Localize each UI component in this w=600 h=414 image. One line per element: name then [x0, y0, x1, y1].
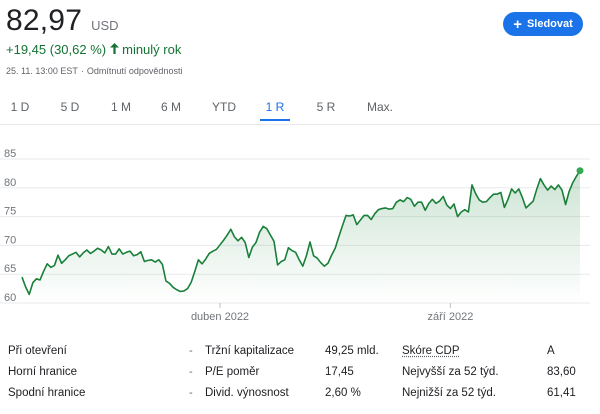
follow-button-label: Sledovat — [526, 18, 573, 30]
y-tick-label: 85 — [4, 148, 16, 160]
stat-52w-high-label: Nejvyšší za 52 týd. — [402, 366, 499, 378]
y-axis-ticks: 85 80 75 70 65 60 — [4, 148, 16, 304]
tab-6m[interactable]: 6 M — [155, 97, 187, 119]
stat-dividend-value: 2,60 % — [325, 387, 361, 399]
tab-ytd[interactable]: YTD — [206, 97, 242, 119]
separator-dot: · — [80, 66, 84, 76]
stat-52w-high-value: 83,60 — [547, 366, 576, 378]
stat-high-value: - — [189, 366, 193, 378]
currency-label: USD — [91, 18, 119, 33]
quote-meta: 25. 11. 13:00 EST · Odmítnutí odpovědnosti — [6, 66, 182, 76]
last-price-dot — [576, 167, 584, 175]
tab-max[interactable]: Max. — [361, 97, 399, 119]
stat-pe-value: 17,45 — [325, 366, 354, 378]
tab-1y[interactable]: 1 R — [260, 97, 290, 121]
tab-5d[interactable]: 5 D — [55, 97, 85, 119]
stat-market-cap-label: Tržní kapitalizace — [205, 345, 295, 357]
stat-open-value: - — [189, 345, 193, 357]
stat-52w-low-label: Nejnižší za 52 týd. — [402, 387, 496, 399]
change-period: minulý rok — [122, 42, 182, 57]
tab-1d[interactable]: 1 D — [6, 97, 34, 119]
tab-5y[interactable]: 5 R — [311, 97, 341, 119]
stat-low-label: Spodní hranice — [8, 387, 86, 399]
stat-open-label: Při otevření — [8, 345, 67, 357]
stat-pe-label: P/E poměr — [205, 366, 260, 378]
tabs-divider — [0, 124, 600, 125]
stat-cdp-value: A — [547, 345, 555, 357]
disclaimer-link[interactable]: Odmítnutí odpovědnosti — [87, 66, 183, 76]
stat-cdp-label[interactable]: Skóre CDP — [402, 345, 460, 357]
x-axis-ticks: duben 2022 září 2022 — [191, 303, 473, 323]
y-tick-label: 80 — [4, 177, 16, 189]
price-change: +19,45 (30,62 %) minulý rok — [6, 42, 181, 57]
x-tick-label: duben 2022 — [191, 311, 249, 323]
price-chart: 85 80 75 70 65 60 duben 2022 září 2022 — [0, 148, 590, 323]
y-tick-label: 75 — [4, 206, 16, 218]
stat-high-label: Horní hranice — [8, 366, 78, 378]
plus-icon: + — [513, 15, 522, 33]
y-tick-label: 70 — [4, 234, 16, 246]
stat-low-value: - — [189, 387, 193, 399]
follow-button[interactable]: + Sledovat — [503, 12, 583, 36]
price-header: 82,97 USD — [6, 4, 119, 38]
stat-market-cap-value: 49,25 mld. — [325, 345, 379, 357]
timestamp: 25. 11. 13:00 EST — [6, 66, 78, 76]
current-price: 82,97 — [6, 4, 83, 37]
stat-52w-low-value: 61,41 — [547, 387, 576, 399]
price-area-fill — [22, 170, 580, 303]
y-tick-label: 65 — [4, 263, 16, 275]
arrow-up-icon — [110, 42, 120, 57]
tab-1m[interactable]: 1 M — [106, 97, 136, 119]
x-tick-label: září 2022 — [427, 311, 473, 323]
y-tick-label: 60 — [4, 292, 16, 304]
stat-dividend-label: Divid. výnosnost — [205, 387, 289, 399]
change-value: +19,45 (30,62 %) — [6, 42, 107, 57]
